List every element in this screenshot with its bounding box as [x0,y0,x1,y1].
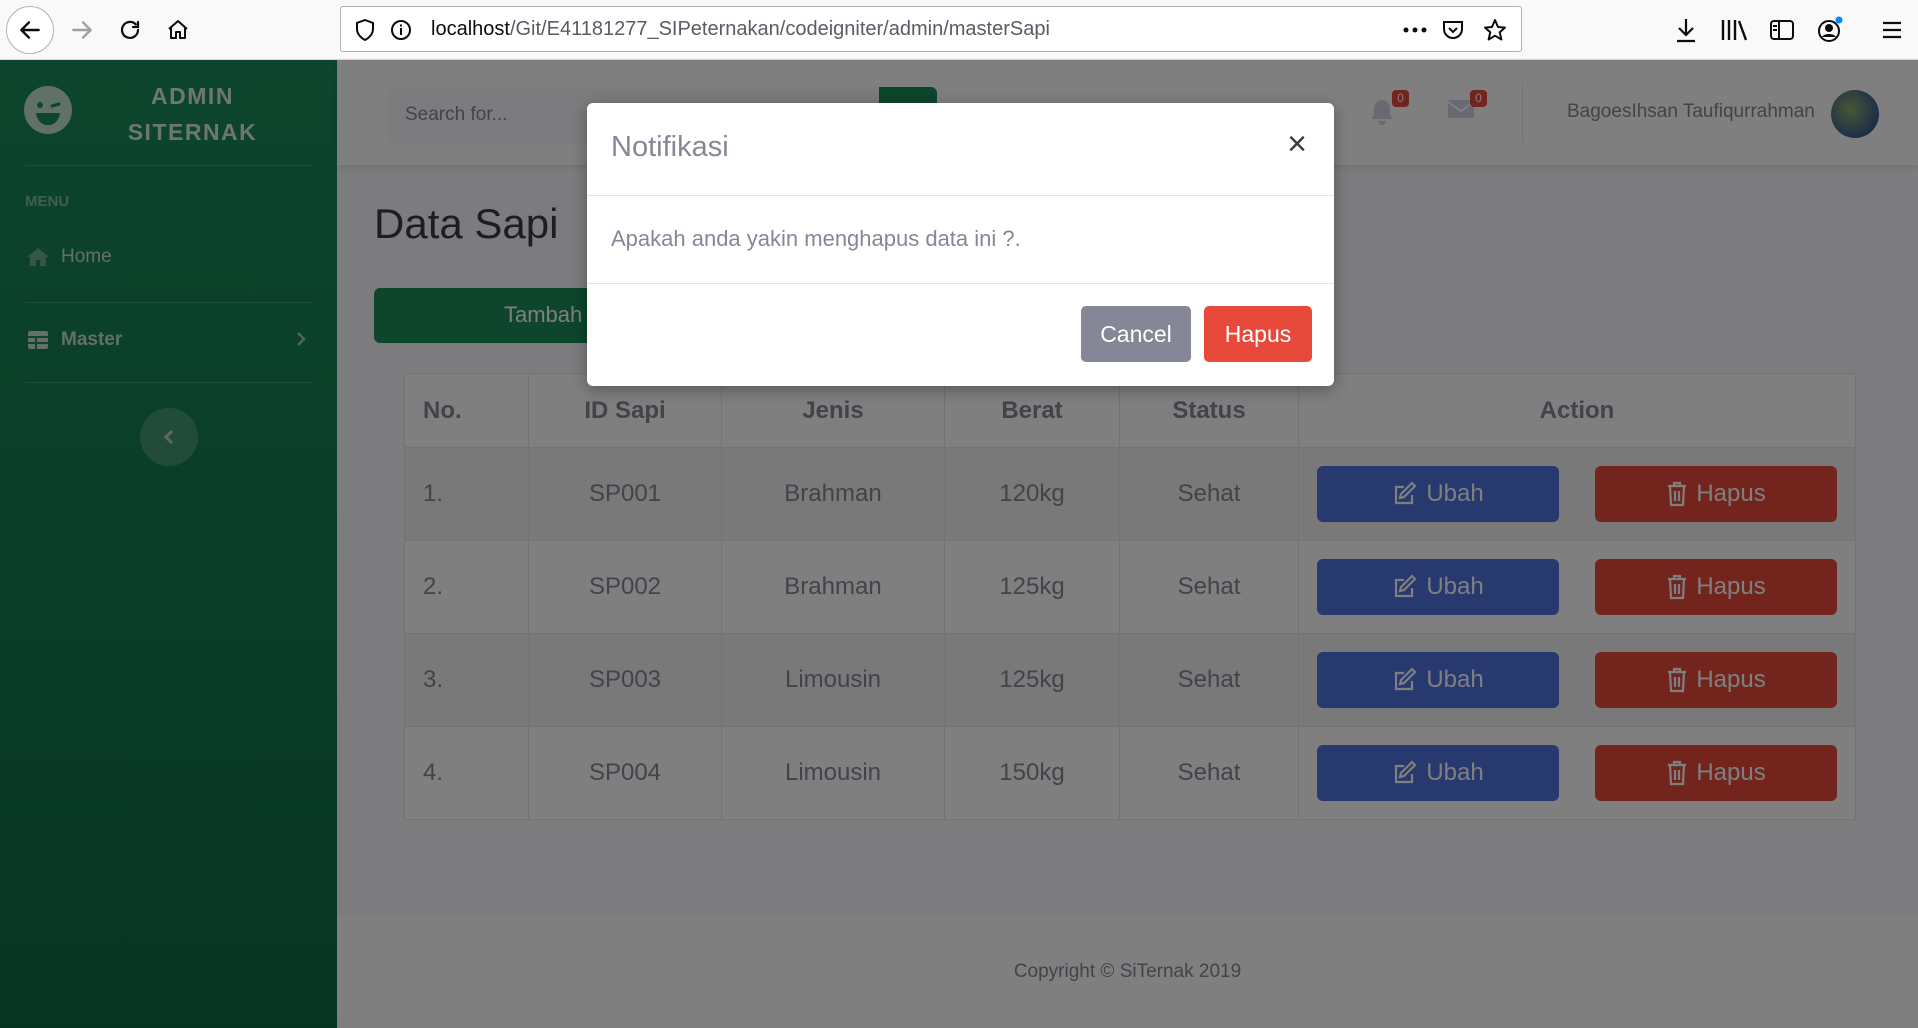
modal-body: Apakah anda yakin menghapus data ini ?. [587,196,1334,284]
shield-icon[interactable] [353,18,377,42]
address-bar[interactable]: localhost/Git/E41181277_SIPeternakan/cod… [340,6,1522,52]
modal-title: Notifikasi [611,131,729,163]
arrow-left-icon [20,21,40,39]
reload-icon [120,20,140,39]
cancel-button[interactable]: Cancel [1081,306,1191,362]
arrow-right-icon [72,21,92,39]
library-icon[interactable] [1718,14,1750,46]
close-icon[interactable]: × [1282,127,1312,161]
pocket-icon[interactable] [1441,18,1465,42]
modal-header: Notifikasi × [587,103,1334,196]
more-icon[interactable] [1403,18,1427,42]
modal-message: Apakah anda yakin menghapus data ini ?. [611,226,1021,251]
url-text: localhost/Git/E41181277_SIPeternakan/cod… [431,18,1050,40]
sidebar-toggle-icon[interactable] [1766,14,1798,46]
home-button[interactable] [158,10,198,50]
house-icon [168,20,188,39]
browser-toolbar: localhost/Git/E41181277_SIPeternakan/cod… [0,0,1918,60]
delete-confirmation-modal: Notifikasi × Apakah anda yakin menghapus… [587,103,1334,386]
account-icon[interactable] [1814,14,1846,46]
bookmark-star-icon[interactable] [1483,18,1507,42]
back-button[interactable] [6,6,54,54]
forward-button[interactable] [62,10,102,50]
reload-button[interactable] [110,10,150,50]
info-icon[interactable] [389,18,413,42]
download-icon[interactable] [1670,14,1702,46]
menu-icon[interactable] [1876,14,1908,46]
confirm-delete-button[interactable]: Hapus [1204,306,1312,362]
